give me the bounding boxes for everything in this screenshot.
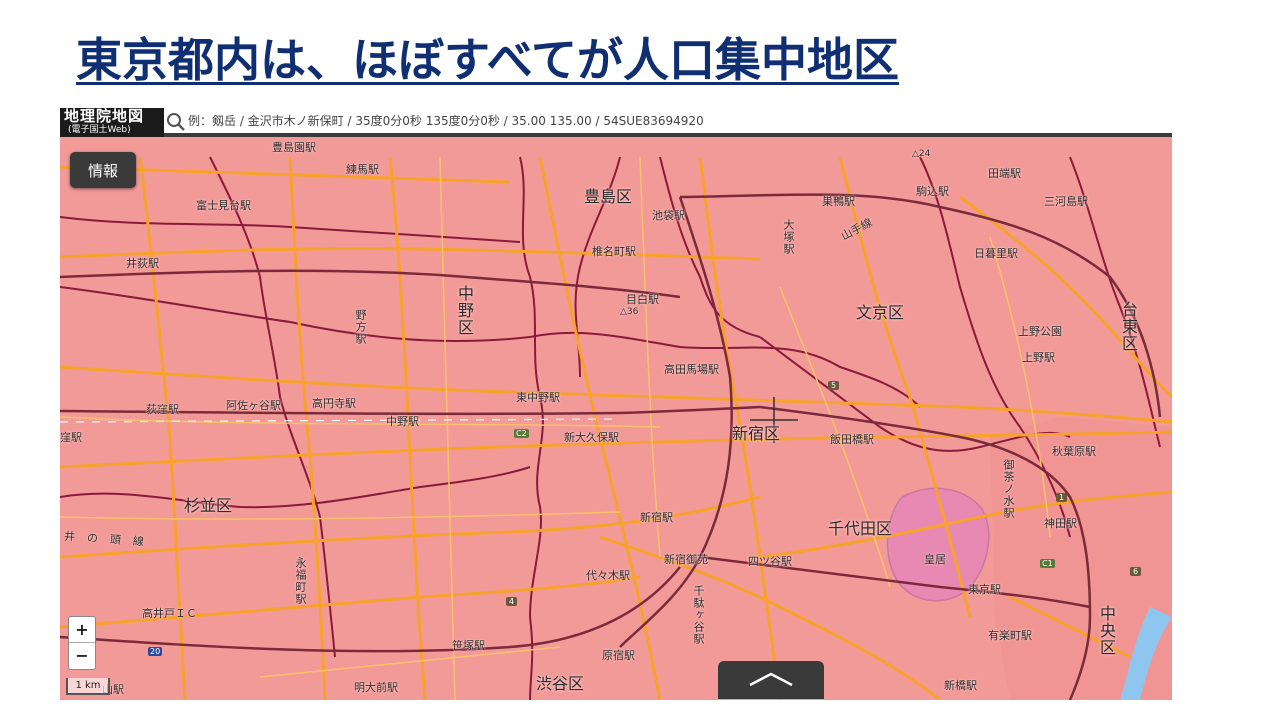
station-label: 三河島駅 [1044,195,1088,208]
route-shield: C2 [514,429,529,438]
station-label: 目白駅 [626,293,659,306]
ward-label-toshima: 豊島区 [584,187,633,206]
station-label: 駒込駅 [916,185,949,198]
station-label: 新宿御苑 [664,553,708,566]
route-shield: 4 [506,597,518,606]
ward-label-suginami: 杉並区 [184,496,233,515]
station-label: 四ツ谷駅 [748,555,792,568]
slide-title: 東京都内は、ほぼすべてが人口集中地区 [76,33,899,87]
map-graphics [60,156,1172,700]
station-label: 阿佐ヶ谷駅 [226,399,281,412]
station-label: 高円寺駅 [312,397,356,410]
station-label: 富士見台駅 [196,199,251,212]
rail-lines [60,193,1162,700]
station-label: 窪駅 [60,431,82,444]
station-label: 明大前駅 [354,681,398,694]
station-label: 池袋駅 [652,209,685,222]
ward-label-chuo: 中央区 [1097,605,1116,656]
ward-label-bunkyo: 文京区 [856,303,905,322]
chevron-up-icon [749,672,793,686]
info-button[interactable]: 情報 [70,152,136,188]
route-shield: 20 [148,647,163,656]
elevation-point: △36 [620,307,639,317]
station-label: 巣鴨駅 [822,195,855,208]
zoom-out-button[interactable]: − [69,643,95,669]
landmark-label: 皇居 [924,553,946,566]
station-label: 千駄ヶ谷駅 [692,585,705,645]
station-label: 飯田橋駅 [830,433,874,446]
logo-title: 地理院地図 [64,108,145,125]
station-label: 野方駅 [354,309,367,345]
station-label: 練馬駅 [346,163,379,176]
zoom-control: + − [68,616,96,670]
search-input[interactable] [186,110,1090,132]
place-search [166,110,1170,132]
station-label: 新大久保駅 [564,431,619,444]
station-label: 井荻駅 [126,257,159,270]
ward-label-nakano: 中野区 [455,285,474,336]
station-label: 田端駅 [988,167,1021,180]
route-shield: 6 [1130,567,1142,576]
scale-bar: 1 km [66,678,110,695]
station-label: 高田馬場駅 [664,363,719,376]
search-icon[interactable] [166,111,186,131]
station-label: 荻窪駅 [146,403,179,416]
logo-subtitle: (電子国土Web) [68,125,131,135]
station-label: 笹塚駅 [452,639,485,652]
station-label: 神田駅 [1044,517,1077,530]
station-label: 有楽町駅 [988,629,1032,642]
station-label: 代々木駅 [586,569,630,582]
route-shield: 5 [828,381,840,390]
map-toolbar: 地理院地図 (電子国土Web) [60,108,1172,137]
station-label: 東中野駅 [516,391,560,404]
map-application: 地理院地図 (電子国土Web) 例：剱岳 / 金沢市木ノ新保町 / 35度0分0… [60,108,1172,700]
zoom-in-button[interactable]: + [69,617,95,643]
station-label: 上野駅 [1022,351,1055,364]
station-label: 中野駅 [386,415,419,428]
elevation-value: 24 [918,149,931,159]
station-label: 大塚駅 [782,219,795,255]
station-label: 椎名町駅 [592,245,636,258]
elevation-value: 36 [626,307,639,317]
route-shield: C1 [1040,559,1055,568]
station-label: 新橋駅 [944,679,977,692]
place-label: 高井戸ＩＣ [142,607,197,620]
footer-toggle-button[interactable] [718,661,824,699]
station-label: 御茶ノ水駅 [1002,459,1015,519]
ward-label-shinjuku: 新宿区 [732,424,781,443]
ward-label-taito: 台東区 [1119,301,1138,352]
ward-label-shibuya: 渋谷区 [536,674,585,693]
station-label: 秋葉原駅 [1052,445,1096,458]
station-label: 原宿駅 [602,649,635,662]
gsi-map-logo[interactable]: 地理院地図 (電子国土Web) [60,108,164,137]
station-label: 日暮里駅 [974,247,1018,260]
elevation-point: △24 [912,149,931,159]
station-label: 永福町駅 [294,557,307,605]
map-canvas[interactable]: 豊島区 中野区 文京区 台東区 新宿区 杉並区 千代田区 中央区 渋谷区 豊島園… [60,137,1172,700]
station-label: 豊島園駅 [272,141,316,154]
station-label: 新宿駅 [640,511,673,524]
route-shield: 1 [1056,493,1068,502]
station-label: 東京駅 [968,583,1001,596]
ward-label-chiyoda: 千代田区 [828,519,893,538]
station-label: 上野公園 [1018,325,1062,338]
